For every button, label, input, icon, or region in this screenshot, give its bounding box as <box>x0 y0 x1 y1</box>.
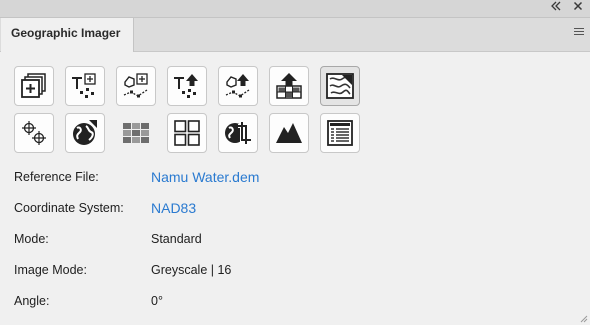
export-points-icon <box>174 74 198 98</box>
panel-tab-row: Geographic Imager <box>0 18 590 52</box>
metadata-button[interactable] <box>320 113 360 153</box>
coordinate-system-label: Coordinate System: <box>14 201 124 215</box>
coordinates-button[interactable] <box>14 113 54 153</box>
tile-export-icon <box>276 73 302 99</box>
reference-file-value[interactable]: Namu Water.dem <box>151 169 259 185</box>
double-chevron-left-icon[interactable] <box>548 1 564 15</box>
transform-button[interactable] <box>116 66 156 106</box>
globe-icon <box>73 120 97 145</box>
terrain-button[interactable] <box>269 113 309 153</box>
export-points-button[interactable] <box>167 66 207 106</box>
grid-icon <box>174 120 200 146</box>
grid-button[interactable] <box>167 113 207 153</box>
tiles-icon <box>123 123 149 143</box>
globe-crop-icon <box>225 122 251 144</box>
resize-grip-icon[interactable] <box>580 315 588 323</box>
import-image-button[interactable] <box>14 66 54 106</box>
reproject-button[interactable] <box>218 66 258 106</box>
mode-value: Standard <box>151 232 202 246</box>
hamburger-menu-icon[interactable] <box>574 28 584 37</box>
metadata-icon <box>327 120 353 146</box>
angle-value: 0° <box>151 294 163 308</box>
tiles-button[interactable] <box>116 113 156 153</box>
panel-title-bar <box>0 0 590 18</box>
georeference-icon <box>72 73 96 98</box>
map-options-button[interactable] <box>320 66 360 106</box>
angle-label: Angle: <box>14 294 50 308</box>
coordinate-system-value[interactable]: NAD83 <box>151 200 196 216</box>
tile-export-button[interactable] <box>269 66 309 106</box>
globe-button[interactable] <box>65 113 105 153</box>
reproject-icon <box>225 74 250 98</box>
globe-crop-button[interactable] <box>218 113 258 153</box>
georeference-button[interactable] <box>65 66 105 106</box>
reference-file-label: Reference File: <box>14 170 99 184</box>
image-mode-value: Greyscale | 16 <box>151 263 232 277</box>
tab-geographic-imager[interactable]: Geographic Imager <box>1 18 134 52</box>
image-mode-label: Image Mode: <box>14 263 87 277</box>
transform-icon <box>123 73 148 98</box>
terrain-icon <box>276 123 302 143</box>
close-icon[interactable] <box>570 1 586 15</box>
coordinates-icon <box>22 121 46 145</box>
map-options-icon <box>326 73 354 99</box>
import-image-icon <box>21 73 46 98</box>
mode-label: Mode: <box>14 232 49 246</box>
